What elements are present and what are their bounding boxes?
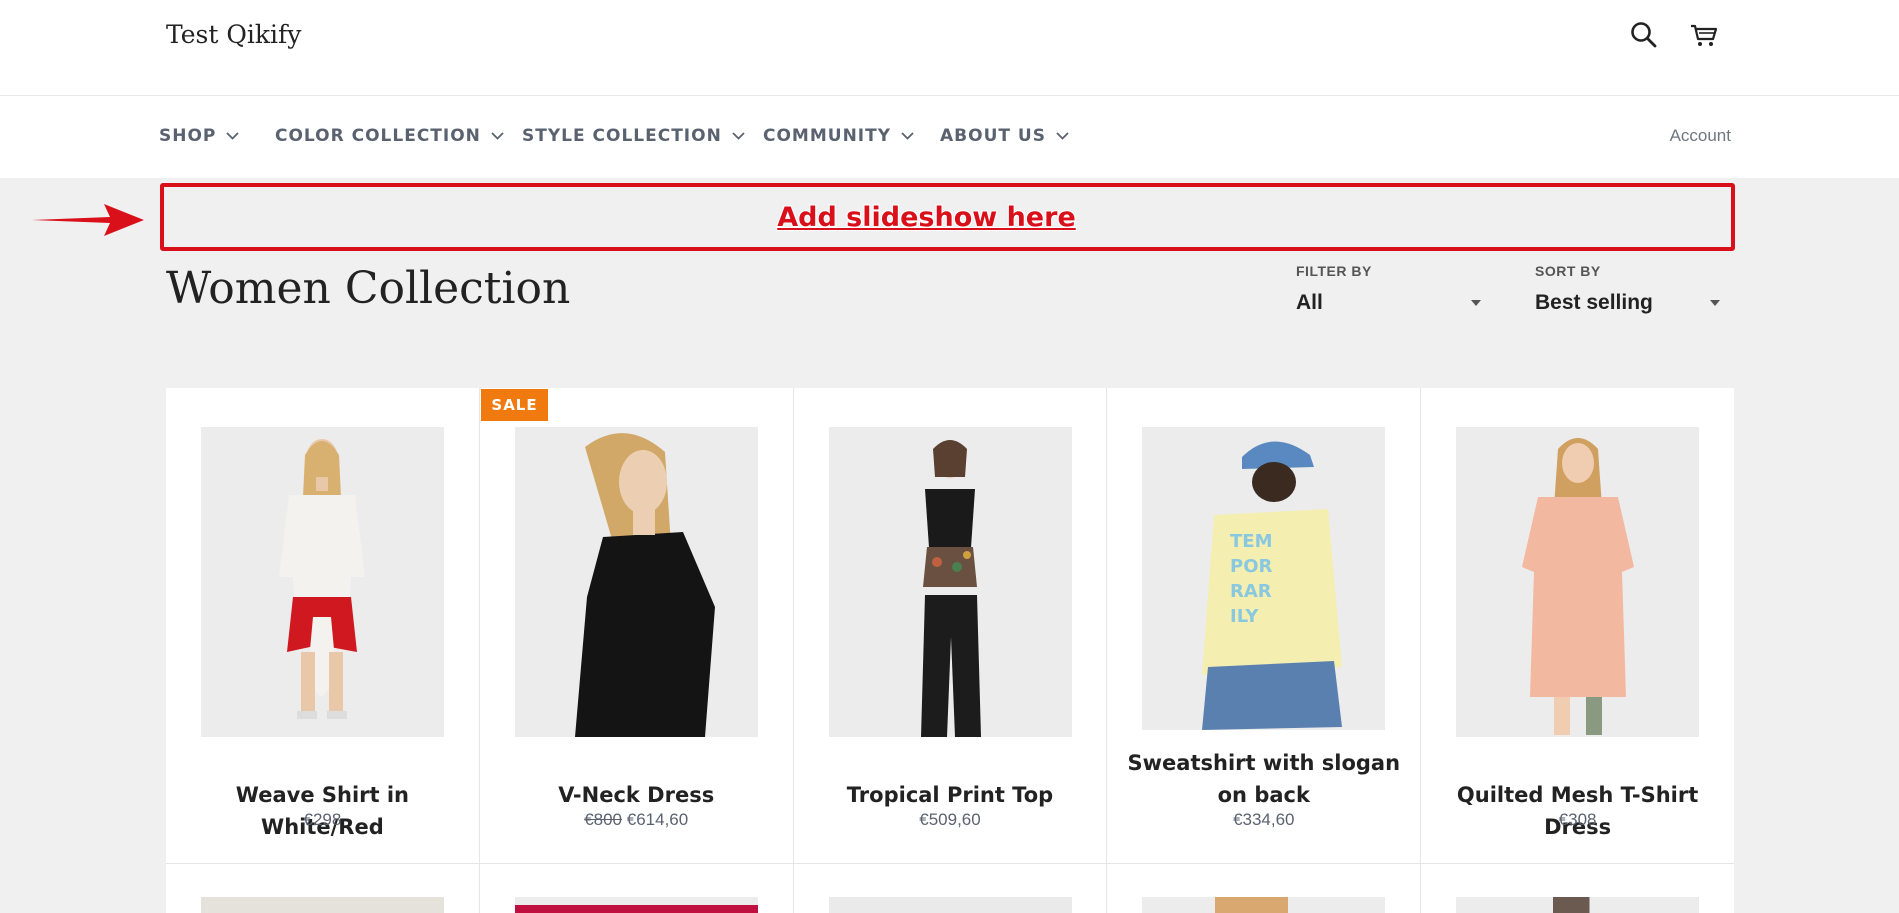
filter-label: FILTER BY [1296, 263, 1372, 279]
sort-by: SORT BY Best selling [1535, 263, 1720, 315]
product-image[interactable] [828, 897, 1072, 913]
product-image[interactable] [201, 427, 444, 737]
product-card[interactable] [166, 864, 479, 913]
product-image[interactable] [1456, 427, 1700, 737]
filter-value: All [1296, 291, 1323, 314]
svg-text:ILY: ILY [1230, 606, 1259, 627]
product-card[interactable]: Tropical Print Top €509,60 [793, 388, 1107, 863]
product-grid: Weave Shirt in White/Red €298 V-Neck Dre… [166, 388, 1734, 913]
product-image[interactable] [1142, 897, 1386, 913]
main-navigation: SHOP COLOR COLLECTION STYLE COLLECTION C… [0, 96, 1899, 178]
product-image[interactable]: TEM POR RAR ILY [1142, 427, 1386, 730]
slideshow-annotation-text: Add slideshow here [777, 201, 1076, 233]
chevron-down-icon [732, 132, 745, 140]
product-image[interactable] [201, 897, 444, 913]
nav-item-style-collection[interactable]: STYLE COLLECTION [522, 126, 745, 146]
sort-label: SORT BY [1535, 263, 1601, 279]
caret-down-icon [1710, 300, 1720, 306]
product-image[interactable] [1456, 897, 1700, 913]
product-image[interactable] [514, 427, 758, 737]
nav-item-label: COLOR COLLECTION [275, 126, 481, 146]
account-link[interactable]: Account [1670, 126, 1731, 146]
product-card[interactable]: TEM POR RAR ILY Sweatshirt with slogan o… [1107, 388, 1421, 863]
filter-select[interactable]: All [1296, 291, 1481, 315]
page-title: Women Collection [166, 263, 571, 314]
sale-badge: SALE [481, 389, 548, 421]
price-compare-at: €800 [584, 810, 623, 829]
nav-item-label: COMMUNITY [763, 126, 892, 146]
product-price: €308 [1421, 810, 1734, 830]
slideshow-placeholder: Add slideshow here [160, 183, 1735, 251]
product-price: €334,60 [1107, 810, 1420, 830]
product-image[interactable] [514, 897, 758, 913]
price-current: €614,60 [626, 810, 689, 829]
filter-by: FILTER BY All [1296, 263, 1481, 315]
product-card[interactable] [479, 864, 793, 913]
chevron-down-icon [226, 132, 240, 140]
product-title[interactable]: Tropical Print Top [802, 779, 1099, 811]
nav-item-about-us[interactable]: ABOUT US [940, 126, 1069, 146]
product-card[interactable]: V-Neck Dress €800 €614,60 [479, 388, 793, 863]
nav-item-color-collection[interactable]: COLOR COLLECTION [275, 126, 504, 146]
arrow-right-icon [32, 204, 144, 236]
caret-down-icon [1471, 300, 1481, 306]
nav-item-label: ABOUT US [940, 126, 1046, 146]
sort-select[interactable]: Best selling [1535, 291, 1720, 315]
price-current: €334,60 [1233, 810, 1295, 829]
product-price: €509,60 [794, 810, 1107, 830]
search-icon[interactable] [1627, 18, 1661, 52]
svg-text:POR: POR [1230, 556, 1272, 577]
store-logo[interactable]: Test Qikify [166, 20, 301, 49]
price-current: €509,60 [919, 810, 981, 829]
sort-value: Best selling [1535, 291, 1653, 314]
nav-item-label: STYLE COLLECTION [522, 126, 722, 146]
price-current: €308 [1558, 810, 1597, 829]
chevron-down-icon [901, 132, 914, 140]
product-card[interactable] [1421, 864, 1734, 913]
svg-text:TEM: TEM [1230, 531, 1273, 552]
site-header: Test Qikify [0, 0, 1899, 96]
chevron-down-icon [1056, 132, 1069, 140]
product-title[interactable]: Sweatshirt with slogan on back [1115, 747, 1412, 811]
product-price: €298 [166, 810, 479, 830]
product-card[interactable] [793, 864, 1107, 913]
price-current: €298 [303, 810, 342, 829]
nav-item-community[interactable]: COMMUNITY [763, 126, 914, 146]
product-card[interactable]: Weave Shirt in White/Red €298 [166, 388, 479, 863]
cart-icon[interactable] [1687, 18, 1721, 52]
product-image[interactable] [828, 427, 1072, 737]
product-title[interactable]: V-Neck Dress [488, 779, 785, 811]
product-card[interactable]: Quilted Mesh T-Shirt Dress €308 [1421, 388, 1734, 863]
nav-item-label: SHOP [159, 126, 217, 146]
svg-text:RAR: RAR [1230, 581, 1272, 602]
nav-item-shop[interactable]: SHOP [159, 126, 240, 146]
product-card[interactable] [1107, 864, 1421, 913]
product-price: €800 €614,60 [480, 810, 793, 830]
chevron-down-icon [491, 132, 504, 140]
